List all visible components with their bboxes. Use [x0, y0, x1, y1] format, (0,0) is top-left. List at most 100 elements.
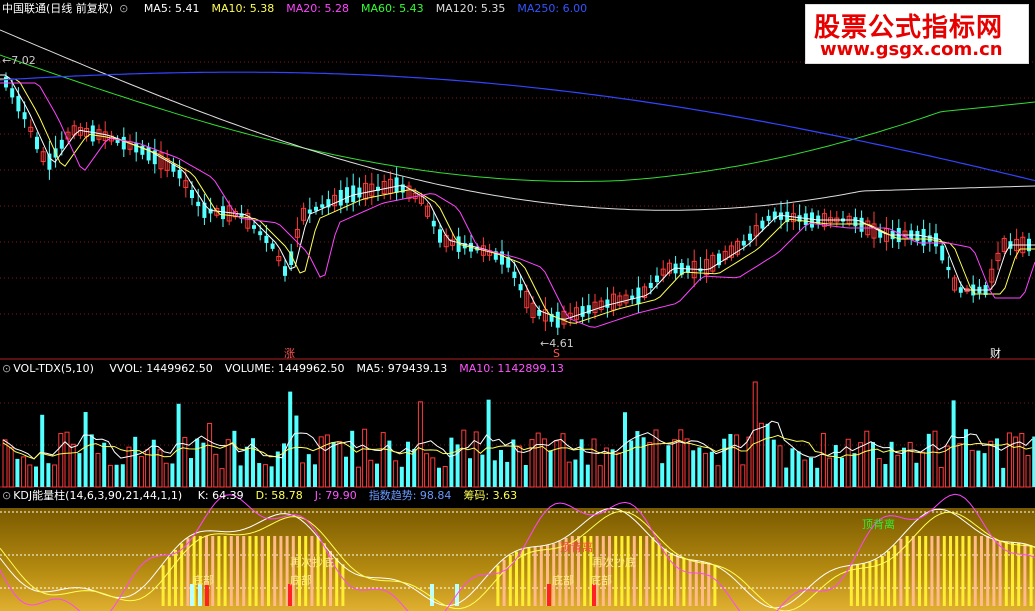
- kdj-legend: K: 64.39 D: 58.78 J: 79.90 指数趋势: 98.84 筹码: 3…: [192, 489, 523, 502]
- volume-bar: [393, 460, 399, 488]
- volume-bar: [616, 452, 622, 488]
- volume-panel[interactable]: ⊙ VOL-TDX(5,10) VVOL: 1449962.50 VOLUME: 1…: [0, 361, 1035, 488]
- settings-icon[interactable]: ⊙: [119, 2, 128, 15]
- kdj-4: 筹码: 3.63: [463, 489, 518, 502]
- kdj-energy-bar: [849, 565, 853, 606]
- kdj-header: ⊙ KDJ能量柱(14,6,3,90,21,44,1,1) K: 64.39 D: …: [2, 489, 529, 503]
- kdj-chart[interactable]: [0, 488, 1035, 611]
- volume-bar: [27, 464, 33, 488]
- volume-bar: [969, 449, 975, 488]
- volume-bar: [982, 453, 987, 487]
- volume-bar: [15, 458, 20, 487]
- volume-bar: [170, 463, 175, 487]
- volume-bar: [138, 456, 144, 488]
- volume-bar: [505, 461, 510, 487]
- volume-bar: [697, 447, 702, 487]
- volume-bar: [89, 434, 94, 487]
- volume-bar: [468, 458, 472, 487]
- volume-bar: [331, 442, 336, 487]
- kdj-energy-bar: [533, 546, 537, 606]
- volume-bar: [944, 445, 950, 488]
- volume-bar: [232, 430, 237, 487]
- volume-bar: [610, 449, 615, 487]
- kdj-energy-bar: [632, 536, 636, 606]
- ma-5: MA250: 6.00: [517, 2, 588, 15]
- candle-body: [555, 311, 560, 328]
- ma-2: MA20: 5.28: [286, 2, 349, 15]
- volume-bar: [70, 443, 76, 488]
- candle-body: [357, 187, 362, 198]
- kdj-3: 指数趋势: 98.84: [368, 489, 452, 502]
- settings-icon[interactable]: ⊙: [2, 489, 11, 502]
- kdj-energy-bar: [1029, 545, 1033, 606]
- watermark-url: www.gsgx.com.cn: [820, 39, 1003, 60]
- volume-bar: [845, 438, 851, 488]
- volume-bar: [523, 465, 528, 487]
- kdj-energy-bar: [868, 562, 872, 606]
- volume-chart[interactable]: [0, 361, 1035, 488]
- kdj-energy-bar: [645, 536, 649, 606]
- volume-bar: [1001, 467, 1006, 487]
- kdj-energy-bar: [260, 536, 264, 606]
- stock-name-label: 中国联通(日线 前复权): [2, 2, 114, 15]
- volume-bar: [858, 442, 864, 488]
- kdj-energy-bar: [874, 559, 878, 606]
- kdj-signal-bar: [547, 584, 551, 606]
- volume-bar: [213, 453, 219, 488]
- volume-header: ⊙ VOL-TDX(5,10) VVOL: 1449962.50 VOLUME: 1…: [2, 362, 576, 376]
- kdj-energy-bar: [539, 546, 543, 606]
- candle-body: [252, 225, 256, 229]
- volume-bar: [350, 430, 355, 487]
- kdj-energy-bar: [527, 547, 531, 606]
- volume-bar: [126, 446, 132, 488]
- volume-bar: [225, 439, 231, 488]
- kdj-energy-bar: [701, 561, 704, 606]
- volume-bar: [840, 457, 844, 487]
- kdj-annotation-bottom-4: 底部: [590, 574, 612, 587]
- kdj-energy-bar: [316, 536, 320, 606]
- volume-bar: [313, 464, 317, 487]
- volume-bar: [635, 431, 640, 487]
- candle-body: [518, 284, 523, 291]
- kdj-signal-bar: [430, 584, 434, 606]
- high-price-value: 7.02: [11, 54, 36, 67]
- kdj-energy-bar: [248, 536, 252, 606]
- kdj-energy-bar: [980, 536, 983, 606]
- volume-bar: [151, 439, 156, 487]
- volume-bar: [46, 463, 51, 487]
- kdj-energy-bar: [620, 536, 624, 606]
- watermark-logo: 股票公式指标网 www.gsgx.com.cn: [805, 4, 1029, 64]
- volume-bar: [647, 441, 653, 488]
- volume-title: VOL-TDX(5,10): [13, 362, 94, 375]
- volume-bar: [703, 452, 709, 488]
- kdj-energy-bar: [949, 536, 952, 606]
- volume-bar: [473, 431, 479, 488]
- volume-bar: [133, 436, 138, 487]
- volume-bar: [541, 438, 547, 488]
- volume-bar: [52, 464, 58, 488]
- candle-body: [803, 213, 808, 226]
- candle-body: [314, 206, 318, 211]
- settings-icon[interactable]: ⊙: [2, 362, 11, 375]
- volume-bar: [238, 465, 243, 487]
- volume-bar: [603, 447, 609, 488]
- kdj-annotation-bottom-1: 底部: [192, 574, 214, 587]
- volume-bar: [566, 461, 572, 488]
- kdj-energy-bar: [955, 536, 959, 606]
- kdj-energy-bar: [973, 536, 977, 606]
- volume-bar: [368, 459, 374, 488]
- volume-bar: [548, 450, 553, 487]
- volume-bar: [1006, 432, 1012, 488]
- vol-3: MA10: 1142899.13: [459, 362, 564, 375]
- kdj-energy-bar: [663, 548, 667, 606]
- volume-bar: [802, 459, 808, 488]
- volume-bar: [820, 432, 826, 488]
- volume-bar: [306, 454, 311, 487]
- volume-bar: [771, 439, 776, 487]
- kdj-panel[interactable]: ⊙ KDJ能量柱(14,6,3,90,21,44,1,1) K: 64.39 D: …: [0, 488, 1035, 611]
- volume-bar: [871, 442, 875, 487]
- high-price-label: ←7.02: [2, 54, 36, 67]
- kdj-energy-bar: [676, 556, 680, 606]
- main-chart-panel[interactable]: 中国联通(日线 前复权) ⊙ MA5: 5.41 MA10: 5.38 MA20: 5…: [0, 0, 1035, 360]
- kdj-energy-bar: [651, 537, 655, 606]
